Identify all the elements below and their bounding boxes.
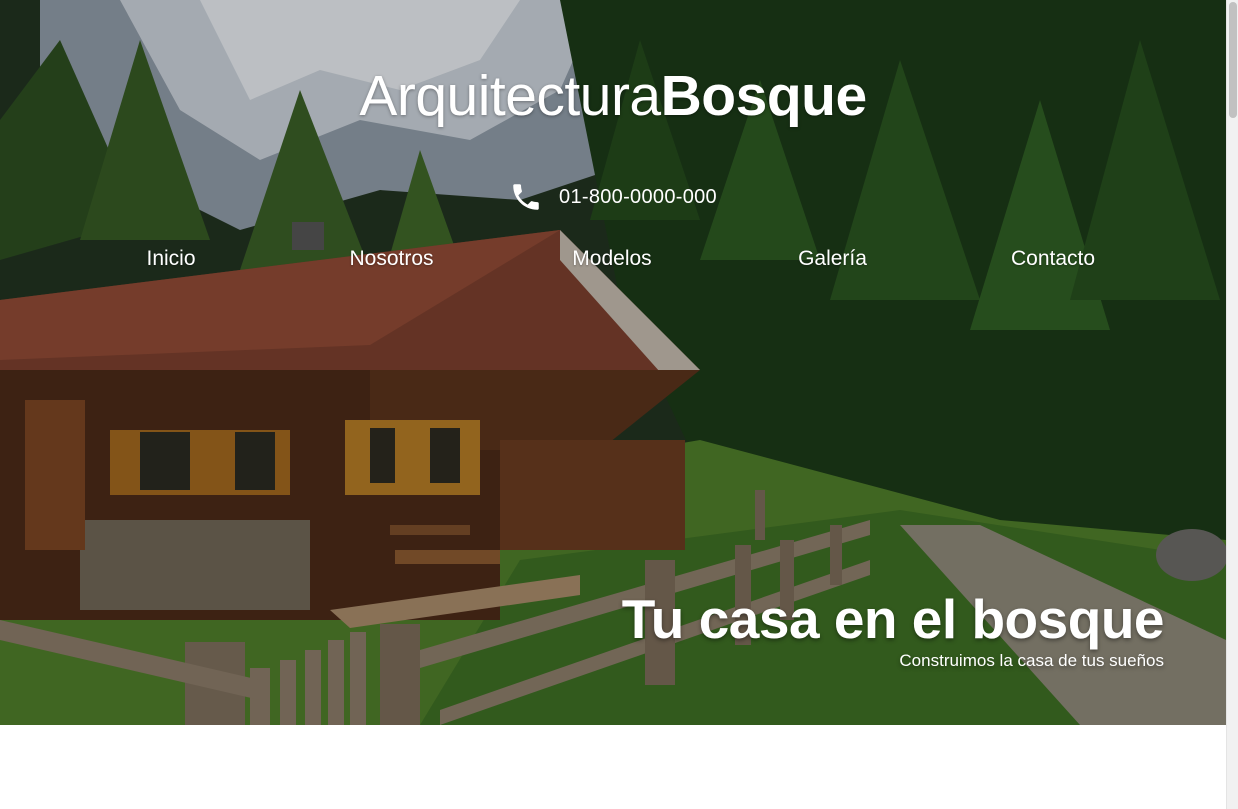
site-logo[interactable]: ArquitecturaBosque [0, 68, 1226, 125]
hero-subtitle: Construimos la casa de tus sueños [899, 651, 1164, 670]
scrollbar-thumb[interactable] [1229, 2, 1237, 118]
phone-contact: 01-800-0000-000 [0, 180, 1226, 214]
nav-item-contacto[interactable]: Contacto [943, 247, 1163, 271]
main-navigation: Inicio Nosotros Modelos Galería Contacto [61, 247, 1163, 271]
phone-number[interactable]: 01-800-0000-000 [559, 186, 717, 209]
nav-item-nosotros[interactable]: Nosotros [282, 247, 502, 271]
nav-item-modelos[interactable]: Modelos [502, 247, 722, 271]
vertical-scrollbar[interactable] [1226, 0, 1238, 809]
logo-light-text: Arquitectura [359, 64, 661, 128]
hero-tagline: Tu casa en el bosque Construimos la casa… [621, 588, 1165, 671]
phone-icon [509, 180, 543, 214]
logo-bold-text: Bosque [660, 64, 868, 128]
nav-item-galeria[interactable]: Galería [723, 247, 943, 271]
hero-title: Tu casa en el bosque [621, 588, 1165, 650]
nav-item-inicio[interactable]: Inicio [61, 247, 281, 271]
hero-section: ArquitecturaBosque 01-800-0000-000 Inici… [0, 0, 1226, 725]
